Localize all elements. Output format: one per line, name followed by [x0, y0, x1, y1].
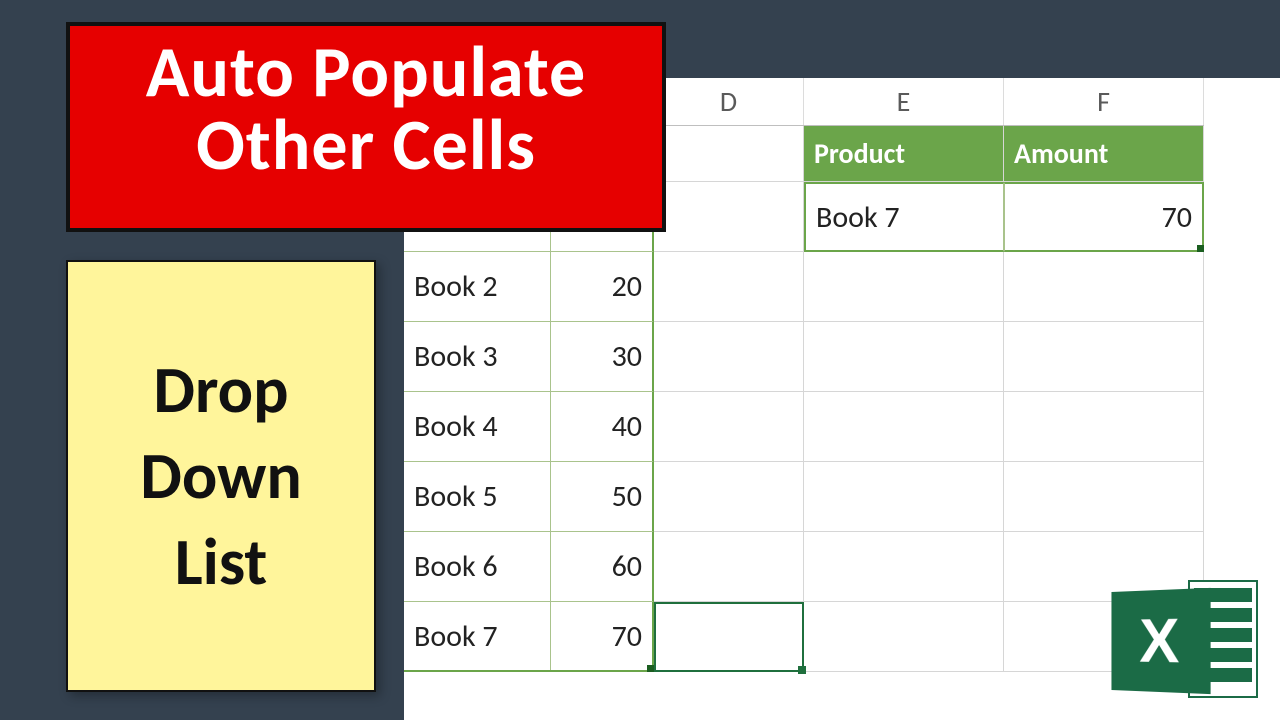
cell-e3[interactable] [804, 252, 1004, 322]
cell-d3[interactable] [654, 252, 804, 322]
fill-handle-icon[interactable] [647, 665, 654, 672]
source-row-7[interactable]: Book 7 70 [404, 602, 654, 672]
cell-e4[interactable] [804, 322, 1004, 392]
source-amount-2: 20 [551, 252, 652, 321]
sticky-line-3: List [68, 519, 374, 605]
cell-e5[interactable] [804, 392, 1004, 462]
row-5: Book 4 40 [404, 392, 1280, 462]
cell-d6[interactable] [654, 462, 804, 532]
source-row-2[interactable]: Book 2 20 [404, 252, 654, 322]
lookup-value-product[interactable]: Book 7 [804, 182, 1004, 252]
active-cell-d8[interactable] [654, 602, 804, 672]
cell-d1[interactable] [654, 126, 804, 182]
source-row-6[interactable]: Book 6 60 [404, 532, 654, 602]
title-line-2: Other Cells [70, 109, 662, 182]
column-header-e[interactable]: E [804, 78, 1004, 125]
column-header-f[interactable]: F [1004, 78, 1204, 125]
cell-e7[interactable] [804, 532, 1004, 602]
cell-d5[interactable] [654, 392, 804, 462]
cell-e8[interactable] [804, 602, 1004, 672]
cell-d7[interactable] [654, 532, 804, 602]
sticky-note: Drop Down List [66, 260, 376, 692]
cell-e6[interactable] [804, 462, 1004, 532]
row-3: Book 2 20 [404, 252, 1280, 322]
row-4: Book 3 30 [404, 322, 1280, 392]
source-product-7: Book 7 [404, 602, 551, 670]
sticky-line-2: Down [68, 433, 374, 519]
source-row-5[interactable]: Book 5 50 [404, 462, 654, 532]
source-amount-6: 60 [551, 532, 652, 601]
source-product-3: Book 3 [404, 322, 551, 391]
source-amount-3: 30 [551, 322, 652, 391]
source-product-6: Book 6 [404, 532, 551, 601]
lookup-header-product[interactable]: Product [804, 126, 1004, 182]
source-row-3[interactable]: Book 3 30 [404, 322, 654, 392]
cell-d4[interactable] [654, 322, 804, 392]
cell-d2[interactable] [654, 182, 804, 252]
lookup-header-amount[interactable]: Amount [1004, 126, 1204, 182]
cell-f5[interactable] [1004, 392, 1204, 462]
source-amount-7: 70 [551, 602, 652, 670]
row-6: Book 5 50 [404, 462, 1280, 532]
lookup-value-amount[interactable]: 70 [1004, 182, 1204, 252]
title-line-1: Auto Populate [70, 36, 662, 109]
cell-f6[interactable] [1004, 462, 1204, 532]
title-banner: Auto Populate Other Cells [66, 22, 666, 232]
source-product-2: Book 2 [404, 252, 551, 321]
source-amount-4: 40 [551, 392, 652, 461]
lookup-amount-text: 70 [1162, 199, 1192, 236]
source-amount-5: 50 [551, 462, 652, 531]
excel-logo-book-icon: X [1111, 588, 1210, 694]
fill-handle-icon[interactable] [1197, 245, 1204, 252]
excel-logo-letter: X [1139, 605, 1179, 677]
source-product-4: Book 4 [404, 392, 551, 461]
sticky-line-1: Drop [68, 347, 374, 433]
column-header-d[interactable]: D [654, 78, 804, 125]
cell-f4[interactable] [1004, 322, 1204, 392]
source-row-4[interactable]: Book 4 40 [404, 392, 654, 462]
cell-f3[interactable] [1004, 252, 1204, 322]
excel-logo-icon: X [1108, 576, 1258, 706]
source-product-5: Book 5 [404, 462, 551, 531]
